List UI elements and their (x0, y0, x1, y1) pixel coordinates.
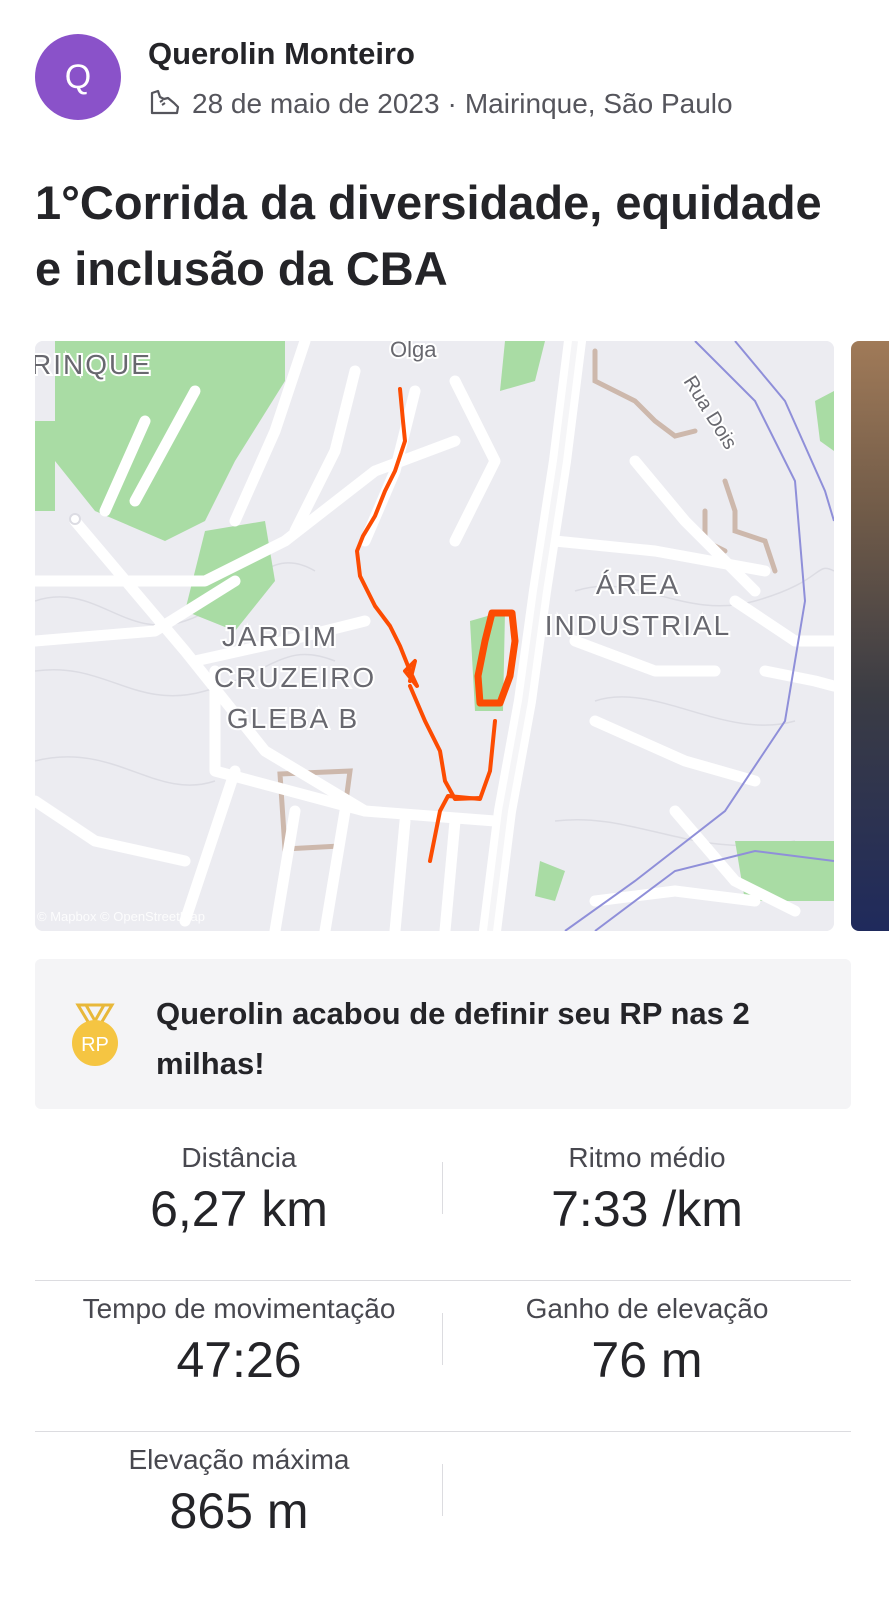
activity-photo-preview[interactable] (851, 341, 889, 931)
stat-pace: Ritmo médio 7:33 /km (443, 1130, 851, 1238)
achievement-banner[interactable]: RP Querolin acabou de definir seu RP nas… (35, 959, 851, 1109)
stat-moving-time: Tempo de movimentação 47:26 (35, 1281, 443, 1389)
stat-value: 7:33 /km (551, 1181, 743, 1237)
stat-label: Tempo de movimentação (82, 1293, 396, 1324)
stats-row: Distância 6,27 km Ritmo médio 7:33 /km (35, 1130, 851, 1281)
map-label-street-olga: Olga (390, 341, 437, 362)
stat-label: Ritmo médio (568, 1142, 726, 1173)
stats-row: Elevação máxima 865 m (35, 1432, 851, 1582)
stat-value: 6,27 km (150, 1181, 328, 1237)
stat-label: Elevação máxima (128, 1444, 350, 1475)
activity-stats: Distância 6,27 km Ritmo médio 7:33 /km T… (35, 1130, 851, 1582)
stat-label: Ganho de elevação (525, 1293, 769, 1324)
map-attribution[interactable]: © Mapbox © OpenStreetMap (37, 909, 205, 924)
stat-distance: Distância 6,27 km (35, 1130, 443, 1238)
stat-elevation-gain: Ganho de elevação 76 m (443, 1281, 851, 1389)
stat-label: Distância (181, 1142, 297, 1173)
stats-row: Tempo de movimentação 47:26 Ganho de ele… (35, 1281, 851, 1432)
stat-divider (442, 1464, 443, 1516)
medal-icon: RP (72, 1003, 118, 1066)
running-shoe-icon (150, 89, 180, 115)
map-label-industrial: INDUSTRIAL (545, 610, 731, 641)
stat-value: 47:26 (176, 1332, 302, 1388)
map-label-town: RINQUE (35, 349, 152, 380)
medal-badge-text: RP (81, 1034, 109, 1056)
map-label-area: ÁREA (596, 569, 680, 600)
athlete-name[interactable]: Querolin Monteiro (148, 36, 415, 72)
activity-header: Q Querolin Monteiro 28 de maio de 2023 ·… (35, 34, 855, 124)
map-label-cruzeiro: CRUZEIRO (214, 662, 376, 693)
stat-max-elevation: Elevação máxima 865 m (35, 1432, 443, 1540)
achievement-message: Querolin acabou de definir seu RP nas 2 … (156, 996, 750, 1081)
map-label-gleba: GLEBA B (227, 703, 359, 734)
map-label-jardim: JARDIM (222, 621, 338, 652)
activity-title[interactable]: 1°Corrida da diversidade, equidade e inc… (35, 170, 855, 302)
activity-location: Mairinque, São Paulo (464, 88, 733, 119)
stat-value: 76 m (591, 1332, 703, 1388)
avatar[interactable]: Q (35, 34, 121, 120)
meta-separator: · (447, 88, 457, 119)
activity-date: 28 de maio de 2023 (192, 88, 440, 119)
route-map[interactable]: RINQUE Olga Rua Dois ÁREA INDUSTRIAL JAR… (35, 341, 834, 931)
activity-meta: 28 de maio de 2023 · Mairinque, São Paul… (148, 88, 733, 120)
stat-value: 865 m (169, 1483, 309, 1539)
